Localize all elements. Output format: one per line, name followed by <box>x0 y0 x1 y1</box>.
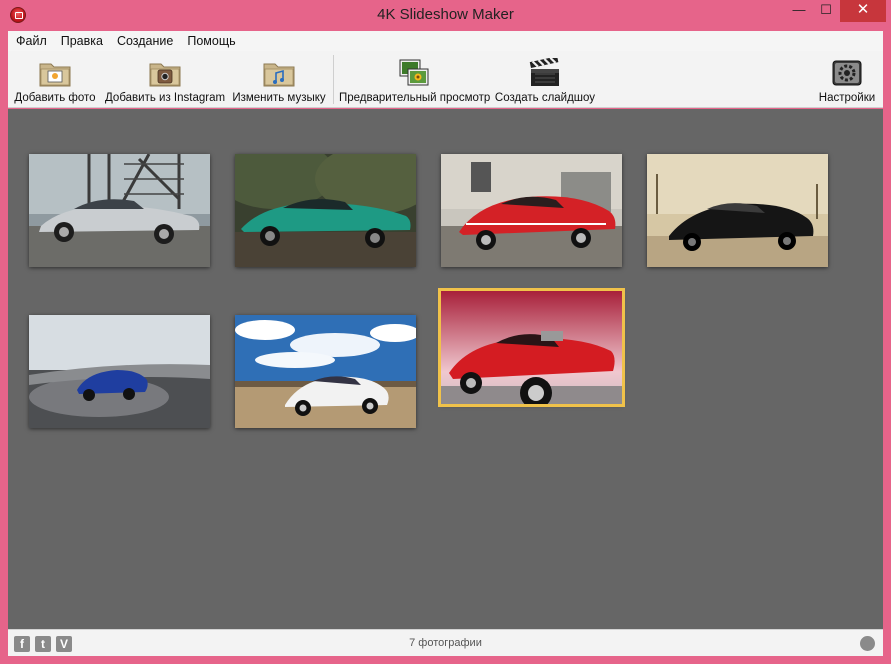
preview-photos-icon <box>399 59 428 86</box>
menu-bar: Файл Правка Создание Помощь <box>8 31 883 51</box>
toolbar-separator <box>333 55 334 104</box>
maximize-button[interactable]: ☐ <box>812 0 840 22</box>
photo-blue-car <box>29 315 210 428</box>
photo-count: 7 фотографии <box>409 637 482 649</box>
toolbar: Добавить фото Добавить из Instagram Изме… <box>8 51 883 108</box>
photo-red-car <box>441 154 622 267</box>
photo-thumbnail-2[interactable] <box>235 154 416 267</box>
photo-folder-icon <box>39 63 71 87</box>
app-window: 4K Slideshow Maker — ☐ ✕ Файл Правка Соз… <box>0 0 891 664</box>
photo-thumbnail-3[interactable] <box>441 154 622 267</box>
settings-button[interactable]: Настройки <box>815 51 879 108</box>
change-music-button[interactable]: Изменить музыку <box>231 51 327 108</box>
add-instagram-button[interactable]: Добавить из Instagram <box>105 51 225 108</box>
photo-silver-car <box>29 154 210 267</box>
photo-red-classic-car <box>441 291 622 404</box>
photo-grid[interactable] <box>8 109 883 629</box>
close-button[interactable]: ✕ <box>840 0 886 22</box>
photo-thumbnail-1[interactable] <box>29 154 210 267</box>
change-music-label: Изменить музыку <box>232 92 326 104</box>
preview-label: Предварительный просмотр <box>339 92 491 104</box>
photo-thumbnail-4[interactable] <box>647 154 828 267</box>
add-instagram-label: Добавить из Instagram <box>105 92 226 104</box>
photo-thumbnail-7[interactable] <box>438 288 625 407</box>
status-bar: f t V 7 фотографии <box>8 629 883 656</box>
settings-gear-icon <box>832 60 862 86</box>
preview-button[interactable]: Предварительный просмотр <box>339 51 491 108</box>
clapperboard-icon <box>529 58 559 86</box>
menu-file[interactable]: Файл <box>8 31 54 51</box>
settings-label: Настройки <box>818 92 876 104</box>
photo-white-car <box>235 315 416 428</box>
menu-help[interactable]: Помощь <box>180 31 242 51</box>
photo-thumbnail-6[interactable] <box>235 315 416 428</box>
photo-black-car <box>647 154 828 267</box>
photo-teal-car <box>235 154 416 267</box>
add-photo-button[interactable]: Добавить фото <box>11 51 99 108</box>
music-folder-icon <box>263 63 295 87</box>
globe-icon[interactable] <box>860 636 875 651</box>
menu-create[interactable]: Создание <box>110 31 180 51</box>
add-photo-label: Добавить фото <box>14 92 96 104</box>
title-bar[interactable]: 4K Slideshow Maker — ☐ ✕ <box>0 0 891 31</box>
photo-thumbnail-5[interactable] <box>29 315 210 428</box>
instagram-folder-icon <box>149 63 181 87</box>
window-title: 4K Slideshow Maker <box>377 6 514 23</box>
create-slideshow-button[interactable]: Создать слайдшоу <box>494 51 596 108</box>
menu-edit[interactable]: Правка <box>54 31 110 51</box>
create-slideshow-label: Создать слайдшоу <box>494 92 596 104</box>
minimize-button[interactable]: — <box>786 0 812 22</box>
